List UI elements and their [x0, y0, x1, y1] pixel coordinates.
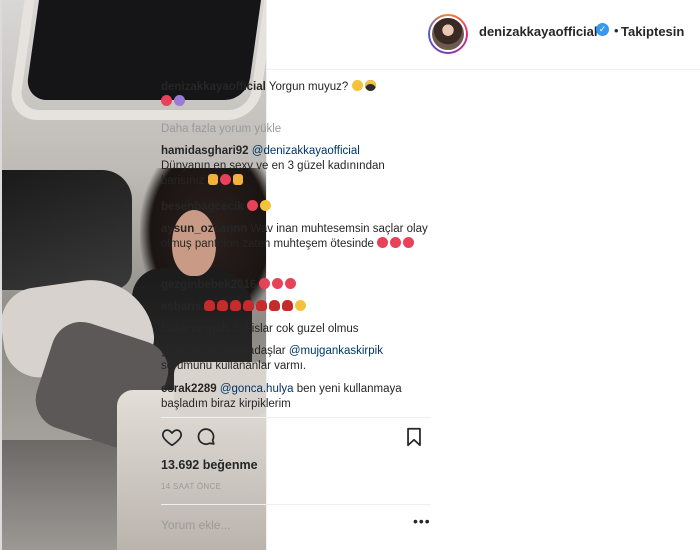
- avatar[interactable]: [428, 14, 468, 54]
- like-count[interactable]: 13.692 beğenme: [161, 458, 258, 472]
- comment-item: hakanarmab Bakislar cok guzel olmus: [161, 322, 429, 337]
- rose-emoji-icon: [204, 300, 216, 311]
- divider: [161, 417, 431, 418]
- rose-emoji-icon: [269, 300, 281, 311]
- rose-emoji-icon: [243, 300, 255, 311]
- comment-text: Bakislar cok guzel olmus: [231, 323, 359, 335]
- comment-item: aysun_ozcannn Wav inan muhtesemsin saçla…: [161, 222, 429, 252]
- comment-username[interactable]: aysun_ozcannn: [161, 223, 247, 235]
- rose-emoji-icon: [217, 300, 229, 311]
- caption: denizakkayaofficial Yorgun muyuz?: [161, 80, 429, 110]
- comment-item: hamidasghari92 @denizakkayaofficial Düny…: [161, 144, 429, 189]
- bookmark-icon[interactable]: [403, 426, 425, 448]
- following-button[interactable]: Takiptesin: [621, 24, 684, 39]
- heart-eyes-emoji-icon: [259, 278, 271, 289]
- comment-username[interactable]: esrak2289: [161, 383, 217, 395]
- heart-eyes-emoji-icon: [377, 237, 389, 248]
- comment-icon[interactable]: [195, 426, 217, 448]
- photo-floor: [2, 440, 122, 550]
- rose-emoji-icon: [256, 300, 268, 311]
- action-bar: [161, 424, 431, 452]
- comment-text: Yorgun muyuz?: [268, 81, 349, 93]
- load-more-comments[interactable]: Daha fazla yorum yükle: [161, 122, 429, 137]
- thumbs-up-emoji-icon: [207, 174, 218, 185]
- heart-icon[interactable]: [161, 426, 183, 448]
- verified-badge-icon: ✓: [596, 23, 609, 36]
- comment-mention[interactable]: @denizakkayaofficial: [252, 145, 360, 157]
- unicorn-emoji-icon: [174, 95, 185, 106]
- comment-item: gezginbebek2016: [161, 278, 429, 293]
- comment-item: esrak2289 @gonca.hulya ben yeni kullanma…: [161, 382, 429, 412]
- post-header: denizakkayaofficial ✓ • Takiptesin: [267, 0, 700, 70]
- sunglasses-emoji-icon: [364, 80, 376, 91]
- comment-username[interactable]: esbaris: [161, 301, 201, 313]
- comment-text: serumunu kullananlar varmı.: [161, 360, 307, 372]
- rose-emoji-icon: [282, 300, 294, 311]
- comment-username[interactable]: gezginbebek2016: [161, 279, 256, 291]
- header-separator: •: [614, 23, 619, 38]
- comment-item: gonca.hulya Arkadaşlar @mujgankaskirpik …: [161, 344, 429, 374]
- comment-username[interactable]: hamidasghari92: [161, 145, 249, 157]
- emoji-icon: [161, 95, 172, 106]
- comment-username[interactable]: besenbagcecik: [161, 201, 243, 213]
- comment-item: esbaris: [161, 300, 429, 315]
- comment-item: besenbagcecik: [161, 200, 429, 215]
- post-timestamp[interactable]: 14 SAAT ÖNCE: [161, 482, 221, 491]
- thumbs-up-emoji-icon: [232, 174, 243, 185]
- comment-username[interactable]: hakanarmab: [161, 323, 229, 335]
- more-options-icon[interactable]: •••: [413, 513, 431, 529]
- heart-eyes-emoji-icon: [403, 237, 415, 248]
- comment-mention[interactable]: @mujgankaskirpik: [289, 345, 383, 357]
- comment-username[interactable]: denizakkayaofficial: [161, 81, 266, 93]
- smile-emoji-icon: [295, 300, 307, 311]
- comment-text: Dünyanın en sexy ve en 3 güzel kadınında…: [161, 160, 385, 187]
- divider: [161, 504, 431, 505]
- heart-eyes-emoji-icon: [219, 174, 231, 185]
- comment-username[interactable]: gonca.hulya: [161, 345, 228, 357]
- heart-eyes-emoji-icon: [285, 278, 297, 289]
- heart-eyes-emoji-icon: [272, 278, 284, 289]
- comment-mention[interactable]: @gonca.hulya: [220, 383, 294, 395]
- comment-text: Arkadaşlar: [230, 345, 286, 357]
- header-username[interactable]: denizakkayaofficial: [479, 24, 598, 39]
- smile-emoji-icon: [351, 80, 363, 91]
- rose-emoji-icon: [230, 300, 242, 311]
- photo-window: [2, 170, 132, 290]
- avatar-image: [430, 16, 466, 52]
- heart-eyes-emoji-icon: [246, 200, 258, 211]
- comment-input[interactable]: [161, 510, 391, 540]
- wink-emoji-icon: [259, 200, 271, 211]
- heart-eyes-emoji-icon: [390, 237, 402, 248]
